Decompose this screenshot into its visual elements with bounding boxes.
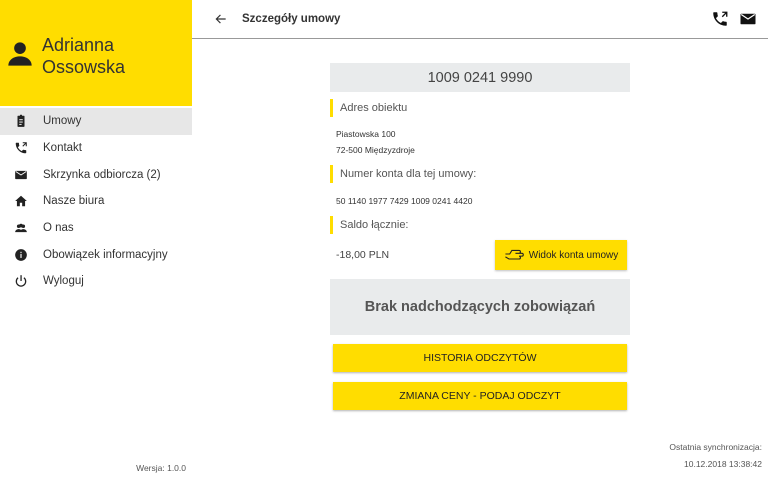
view-account-label: Widok konta umowy bbox=[528, 249, 619, 261]
person-icon bbox=[6, 40, 34, 68]
sync-timestamp: 10.12.2018 13:38:42 bbox=[684, 459, 762, 469]
balance-row: -18,00 PLN Widok konta umowy bbox=[330, 239, 630, 271]
page-title: Szczegóły umowy bbox=[242, 13, 341, 25]
hand-pointing-icon bbox=[504, 247, 529, 264]
price-change-button[interactable]: ZMIANA CENY - PODAJ ODCZYT bbox=[333, 382, 627, 410]
sidebar-nav: Umowy Kontakt Skrzynka odbiorcza (2) Nas… bbox=[0, 108, 192, 295]
mail-icon bbox=[14, 168, 28, 182]
address-line-1: Piastowska 100 bbox=[336, 129, 396, 139]
sidebar-item-wyloguj[interactable]: Wyloguj bbox=[0, 268, 192, 295]
account-number: 50 1140 1977 7429 1009 0241 4420 bbox=[336, 196, 473, 206]
address-line-2: 72-500 Międzyzdroje bbox=[336, 145, 415, 155]
sidebar-item-label: Skrzynka odbiorcza (2) bbox=[43, 168, 161, 181]
balance-label: Saldo łącznie: bbox=[330, 216, 630, 234]
view-account-button[interactable]: Widok konta umowy bbox=[495, 240, 627, 270]
phone-icon bbox=[14, 141, 28, 155]
sidebar-item-label: Wyloguj bbox=[43, 275, 84, 288]
sidebar: Adrianna Ossowska Umowy Kontakt Skrzynka… bbox=[0, 0, 192, 480]
user-last-name: Ossowska bbox=[42, 57, 126, 77]
contract-number: 1009 0241 9990 bbox=[330, 63, 630, 92]
reading-history-button[interactable]: HISTORIA ODCZYTÓW bbox=[333, 344, 627, 372]
sidebar-item-label: Obowiązek informacyjny bbox=[43, 248, 168, 261]
address-value: Piastowska 100 72-500 Międzyzdroje bbox=[330, 126, 630, 158]
sidebar-item-label: Nasze biura bbox=[43, 195, 105, 208]
info-icon bbox=[14, 248, 28, 262]
address-label: Adres obiektu bbox=[330, 99, 630, 117]
user-first-name: Adrianna bbox=[42, 35, 115, 55]
balance-value: -18,00 PLN bbox=[336, 249, 390, 261]
user-profile-header: Adrianna Ossowska bbox=[0, 0, 192, 106]
sidebar-item-umowy[interactable]: Umowy bbox=[0, 108, 192, 135]
sync-info: Ostatnia synchronizacja: 10.12.2018 13:3… bbox=[669, 439, 762, 473]
sidebar-item-label: O nas bbox=[43, 222, 74, 235]
top-bar: Szczegóły umowy bbox=[192, 0, 768, 39]
header-actions bbox=[702, 9, 758, 29]
people-icon bbox=[14, 221, 28, 235]
sidebar-item-label: Umowy bbox=[43, 115, 82, 128]
phone-icon[interactable] bbox=[710, 9, 730, 29]
home-icon bbox=[14, 194, 28, 208]
user-name: Adrianna Ossowska bbox=[42, 34, 125, 78]
sync-label: Ostatnia synchronizacja: bbox=[669, 442, 762, 452]
clipboard-icon bbox=[14, 114, 28, 128]
sidebar-item-kontakt[interactable]: Kontakt bbox=[0, 135, 192, 162]
sidebar-item-o-nas[interactable]: O nas bbox=[0, 215, 192, 242]
sidebar-item-nasze-biura[interactable]: Nasze biura bbox=[0, 188, 192, 215]
power-icon bbox=[14, 274, 28, 288]
contract-details: 1009 0241 9990 Adres obiektu Piastowska … bbox=[330, 63, 630, 410]
sidebar-item-skrzynka[interactable]: Skrzynka odbiorcza (2) bbox=[0, 161, 192, 188]
sidebar-item-label: Kontakt bbox=[43, 142, 82, 155]
sidebar-item-obowiazek[interactable]: Obowiązek informacyjny bbox=[0, 241, 192, 268]
account-label: Numer konta dla tej umowy: bbox=[330, 165, 630, 183]
no-obligations-panel: Brak nadchodzących zobowiązań bbox=[330, 279, 630, 335]
app-version: Wersja: 1.0.0 bbox=[136, 463, 186, 473]
mail-icon[interactable] bbox=[738, 9, 758, 29]
back-arrow-icon[interactable] bbox=[214, 12, 228, 26]
